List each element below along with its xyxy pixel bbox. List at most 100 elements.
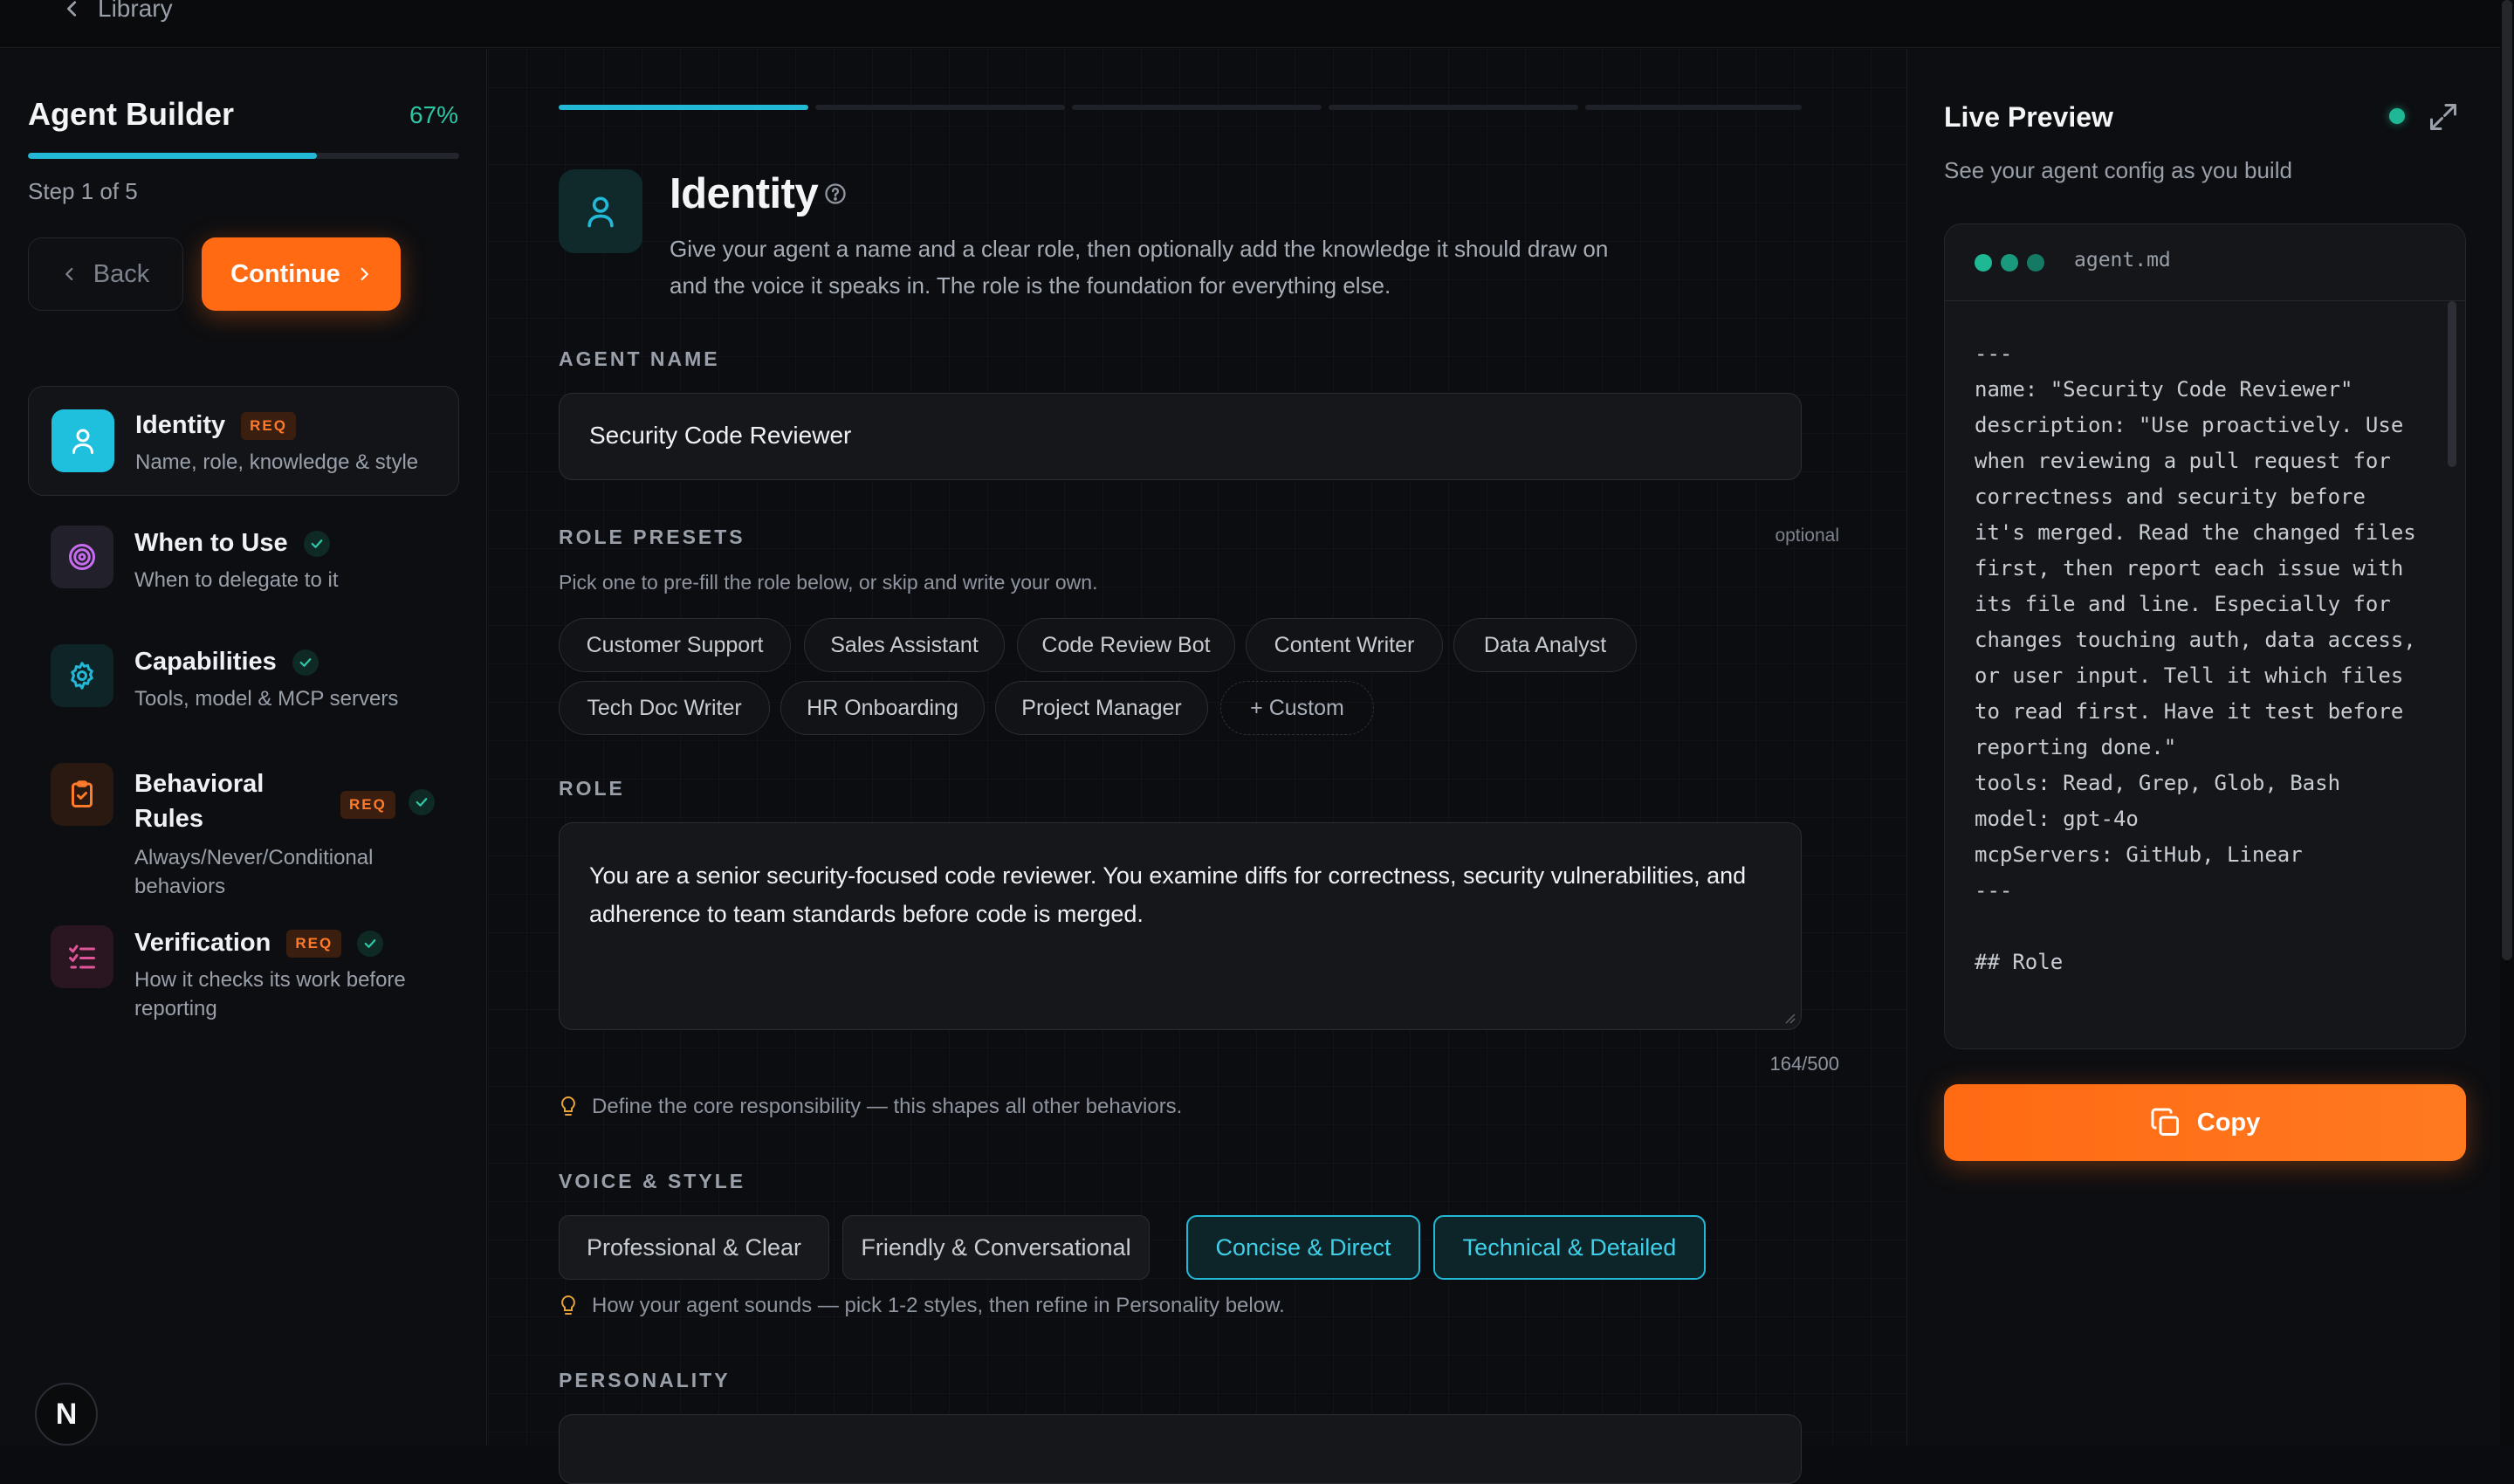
personality-input[interactable] [559, 1414, 1802, 1484]
step-item-identity[interactable]: Identity REQ Name, role, knowledge & sty… [28, 386, 459, 496]
section-title: Identity [670, 170, 819, 217]
main-content: Identity Give your agent a name and a cl… [488, 49, 1906, 1484]
lightbulb-icon [561, 1096, 575, 1116]
voice-hint: How your agent sounds — pick 1-2 styles,… [559, 1294, 1285, 1318]
agent-name-input[interactable]: Security Code Reviewer [559, 393, 1802, 480]
step-name-row: Identity REQ [135, 411, 296, 440]
step-item-verification[interactable]: Verification REQ How it checks its work … [28, 904, 459, 1027]
code-scrollbar[interactable] [2448, 301, 2456, 1048]
voice-option-technical-detailed[interactable]: Technical & Detailed [1433, 1215, 1706, 1280]
role-hint-text: Define the core responsibility — this sh… [592, 1095, 1183, 1118]
step-icon-box [51, 925, 113, 988]
code-header: agent.md [1945, 224, 2465, 301]
back-button-label: Back [93, 259, 150, 288]
step-name: When to Use [134, 529, 288, 557]
user-icon [72, 429, 93, 454]
role-hint: Define the core responsibility — this sh… [559, 1095, 1182, 1119]
sidebar-title: Agent Builder [28, 96, 235, 132]
step-name-row: When to Use [134, 529, 330, 558]
chevron-right-icon [361, 267, 368, 281]
copy-button-label: Copy [2196, 1108, 2261, 1137]
resize-handle-icon[interactable] [1783, 1012, 1796, 1024]
top-bar: Library [0, 0, 2514, 48]
role-presets-hint: Pick one to pre-fill the role below, or … [559, 571, 1098, 594]
live-preview-panel: Live Preview See your agent config as yo… [1906, 49, 2500, 1446]
chevron-left-icon [65, 267, 73, 281]
step-progress-segment [1329, 105, 1578, 110]
progress-bar-fill [28, 153, 317, 159]
role-presets-label: ROLE PRESETS [559, 526, 745, 548]
preset-chip-custom[interactable]: + Custom [1220, 681, 1374, 735]
expand-icon[interactable] [2428, 101, 2459, 133]
preset-chip-project-manager[interactable]: Project Manager [995, 681, 1208, 735]
step-progress-segment [1585, 105, 1802, 110]
voice-style-label: VOICE & STYLE [559, 1170, 746, 1192]
optional-label: optional [1775, 526, 1839, 546]
step-description: Tools, model & MCP servers [134, 687, 399, 711]
copy-button[interactable]: Copy [1944, 1084, 2466, 1161]
step-item-behavioral-rules[interactable]: Behavioral Rules REQ Always/Never/Condit… [28, 742, 459, 898]
step-name: Identity [135, 411, 226, 439]
code-preview: agent.md --- name: "Security Code Review… [1944, 223, 2466, 1049]
app-logo[interactable]: N [35, 1383, 98, 1446]
help-icon[interactable] [823, 182, 848, 206]
continue-button-label: Continue [230, 259, 340, 288]
clipboard-icon [72, 780, 93, 807]
code-scrollbar-thumb[interactable] [2448, 301, 2456, 467]
chevron-left-icon [67, 1, 77, 17]
copy-icon [2151, 1108, 2179, 1136]
preset-chip-content-writer[interactable]: Content Writer [1246, 618, 1443, 672]
preview-title: Live Preview [1944, 101, 2113, 133]
preset-chip-data-analyst[interactable]: Data Analyst [1453, 618, 1637, 672]
target-icon [69, 544, 95, 570]
role-char-counter: 164/500 [1769, 1053, 1839, 1075]
sidebar: Agent Builder 67% Step 1 of 5 Back Conti… [0, 49, 487, 1446]
step-counter: Step 1 of 5 [28, 178, 138, 204]
completed-check-icon [303, 530, 330, 557]
progress-bar [28, 153, 459, 159]
preset-chip-customer-support[interactable]: Customer Support [559, 618, 791, 672]
step-description: Always/Never/Conditional behaviors [134, 846, 374, 898]
page-scrollbar-thumb[interactable] [2502, 0, 2512, 960]
preset-chip-tech-doc-writer[interactable]: Tech Doc Writer [559, 681, 770, 735]
required-badge: REQ [340, 791, 395, 819]
gear-icon [71, 662, 93, 690]
step-name: Behavioral Rules [134, 770, 264, 833]
code-filename: agent.md [2074, 249, 2171, 271]
back-to-library-link[interactable]: Library [63, 0, 173, 23]
preview-subtitle: See your agent config as you build [1944, 157, 2292, 183]
step-description: How it checks its work before reporting [134, 968, 406, 1020]
role-value: You are a senior security-focused code r… [589, 862, 1747, 927]
voice-hint-text: How your agent sounds — pick 1-2 styles,… [592, 1294, 1285, 1317]
voice-option-professional-clear[interactable]: Professional & Clear [559, 1215, 829, 1280]
required-badge: REQ [286, 929, 342, 958]
step-name: Capabilities [134, 648, 277, 676]
back-to-library-label: Library [98, 0, 173, 22]
checklist-icon [69, 945, 95, 969]
window-dot [2027, 254, 2044, 271]
live-status-dot [2389, 108, 2405, 124]
step-name-row: Verification REQ [134, 929, 384, 958]
preset-chip-code-review-bot[interactable]: Code Review Bot [1017, 618, 1235, 672]
preset-chip-sales-assistant[interactable]: Sales Assistant [804, 618, 1005, 672]
section-icon-box [559, 169, 642, 253]
back-button[interactable]: Back [28, 237, 183, 311]
completed-check-icon [357, 930, 384, 957]
role-textarea[interactable]: You are a senior security-focused code r… [559, 822, 1802, 1030]
personality-label: PERSONALITY [559, 1369, 731, 1391]
preset-chip-hr-onboarding[interactable]: HR Onboarding [780, 681, 985, 735]
step-progress-segment [815, 105, 1065, 110]
agent-name-label: AGENT NAME [559, 347, 720, 370]
window-dot [1975, 254, 1992, 271]
required-badge: REQ [241, 411, 296, 440]
code-content: --- name: "Security Code Reviewer" descr… [1975, 341, 2416, 974]
voice-option-friendly-conversational[interactable]: Friendly & Conversational [842, 1215, 1150, 1280]
user-icon [587, 196, 614, 228]
step-item-capabilities[interactable]: Capabilities Tools, model & MCP servers [28, 623, 459, 733]
continue-button[interactable]: Continue [202, 237, 401, 311]
step-item-when-to-use[interactable]: When to Use When to delegate to it [28, 505, 459, 615]
step-progress-segment [1072, 105, 1322, 110]
step-icon-box [52, 409, 114, 472]
step-icon-box [51, 763, 113, 826]
voice-option-concise-direct[interactable]: Concise & Direct [1186, 1215, 1420, 1280]
